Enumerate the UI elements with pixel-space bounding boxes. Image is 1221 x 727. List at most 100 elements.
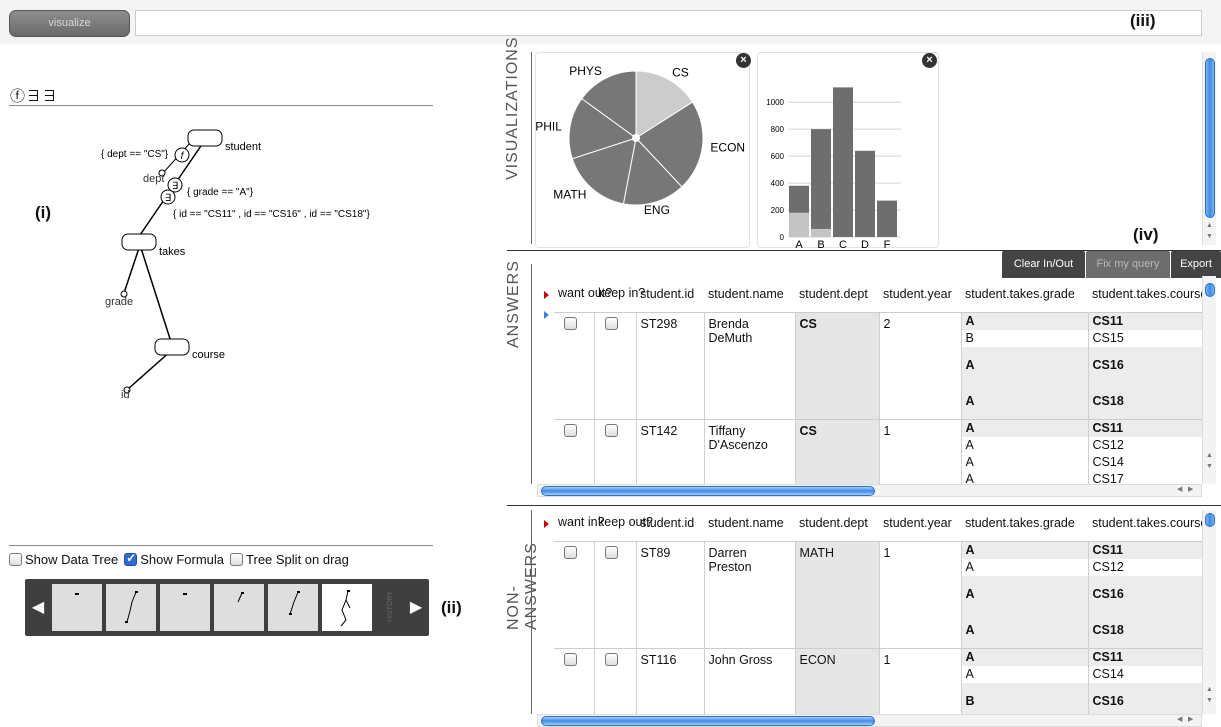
bar-c[interactable] (833, 87, 853, 238)
keep-checkbox[interactable] (604, 545, 618, 559)
column-header[interactable]: student.id (636, 276, 704, 312)
grade-value: B (961, 682, 1088, 714)
column-header[interactable]: want in? (554, 505, 605, 541)
bar-f[interactable] (877, 200, 897, 237)
table-row[interactable]: ST89 Darren Preston MATH 1 A A A A CS11 CS12 CS16 C… (554, 540, 1202, 648)
top-toolbar: visualize (0, 0, 1221, 44)
visualize-button[interactable]: visualize (9, 10, 130, 37)
grade-value: A (961, 611, 1088, 648)
tree-split-checkbox[interactable] (230, 553, 244, 566)
column-header[interactable]: student.takes.grade (961, 276, 1088, 312)
bar-chart[interactable]: 0 200 400 600 800 1000 A B C D F (758, 53, 940, 251)
visualizations-scrollbar[interactable]: ▲ ▼ (1202, 52, 1216, 245)
history-thumbnail[interactable] (106, 584, 156, 631)
column-header[interactable]: keep in? (594, 276, 645, 312)
scroll-thumb[interactable] (1205, 58, 1215, 218)
history-prev-icon[interactable]: ◀ (27, 579, 49, 636)
condition-id[interactable]: { id == "CS11" , id == "CS16" , id == "C… (173, 209, 370, 220)
close-bar-icon[interactable]: × (922, 53, 937, 68)
column-header[interactable]: student.id (636, 505, 704, 541)
scroll-up-icon[interactable]: ▲ (1206, 452, 1213, 459)
pie-chart[interactable]: CS ECON ENG MATH PHIL PHYS (535, 53, 751, 249)
marker-iii: (iii) (1130, 11, 1156, 30)
want-checkbox[interactable] (564, 545, 577, 559)
scroll-down-icon[interactable]: ▼ (1206, 463, 1213, 470)
answers-vscrollbar[interactable]: ▲ ▼ (1202, 276, 1216, 484)
bar-highlight-a[interactable] (789, 212, 809, 237)
query-input[interactable] (135, 10, 1202, 36)
non-answers-hscrollbar[interactable]: ◀ ▶ (537, 714, 1202, 727)
column-header[interactable]: keep out? (594, 505, 653, 541)
bar-highlight-b[interactable] (811, 228, 831, 237)
column-header[interactable]: student.name (704, 276, 795, 312)
non-answers-table-viewport: want in? keep out? student.id student.na… (554, 505, 1202, 714)
table-row[interactable]: ST298 Brenda DeMuth CS 2 A B A A CS11 CS15 CS16 CS1… (554, 311, 1202, 419)
tree-node-course[interactable] (154, 338, 190, 356)
column-header[interactable]: student.takes.grade (961, 505, 1088, 541)
history-thumbnail[interactable] (214, 584, 264, 631)
sort-indicator-icon[interactable] (544, 291, 549, 299)
clear-in-out-button[interactable]: Clear In/Out (1002, 251, 1085, 278)
column-header[interactable]: student.year (879, 505, 961, 541)
divider (531, 264, 532, 484)
non-answers-vscrollbar[interactable]: ▲ ▼ (1202, 510, 1216, 714)
column-header[interactable]: student.takes.course (1088, 276, 1202, 312)
bar-d[interactable] (855, 150, 875, 237)
pie-label: MATH (553, 187, 586, 201)
column-header[interactable]: student.takes.course (1088, 505, 1202, 541)
scroll-left-icon[interactable]: ◀ (1177, 485, 1182, 493)
history-thumbnail-current[interactable] (322, 584, 372, 631)
history-thumbnail[interactable] (160, 584, 210, 631)
export-button[interactable]: Export (1171, 251, 1221, 278)
non-answers-table-body: ST89 Darren Preston MATH 1 A A A A CS11 CS12 CS16 C… (554, 540, 1202, 714)
condition-dept[interactable]: { dept == "CS"} (101, 149, 169, 160)
tree-node-takes[interactable] (121, 233, 157, 251)
cell-takes-grade: AABA (960, 647, 1088, 714)
column-header[interactable]: student.year (879, 276, 961, 312)
column-header[interactable]: want out? (554, 276, 612, 312)
history-thumbnail[interactable] (52, 584, 102, 631)
condition-grade[interactable]: { grade == "A"} (187, 187, 254, 198)
want-checkbox[interactable] (564, 423, 577, 437)
close-pie-icon[interactable]: × (736, 53, 751, 68)
table-row[interactable]: ST116John GrossECON1AABACS11CS14CS16CS18 (554, 647, 1202, 714)
keep-checkbox[interactable] (604, 316, 618, 330)
pie-label: PHYS (569, 64, 602, 78)
scroll-down-icon[interactable]: ▼ (1206, 697, 1213, 704)
row-expand-icon[interactable] (544, 311, 549, 319)
answers-hscrollbar[interactable]: ◀ ▶ (537, 484, 1202, 497)
scroll-up-icon[interactable]: ▲ (1206, 686, 1213, 693)
table-row[interactable]: ST142 Tiffany D'Ascenzo CS 1 A A A A CS11 CS12 CS1… (554, 418, 1202, 484)
scroll-thumb[interactable] (1205, 513, 1215, 527)
scroll-right-icon[interactable]: ▶ (1188, 485, 1193, 493)
column-header[interactable]: student.dept (795, 505, 879, 541)
scroll-left-icon[interactable]: ◀ (1177, 715, 1182, 723)
query-tree[interactable]: f ∃ ∃ student takes course dept grade id… (0, 110, 440, 410)
scroll-down-icon[interactable]: ▼ (1206, 233, 1213, 240)
tree-node-student[interactable] (187, 129, 223, 147)
history-next-icon[interactable]: ▶ (405, 579, 427, 636)
visualizations-label: VISUALIZATIONS (504, 36, 521, 180)
sort-indicator-icon[interactable] (544, 520, 549, 528)
scroll-right-icon[interactable]: ▶ (1188, 715, 1193, 723)
scroll-thumb[interactable] (1205, 283, 1215, 297)
want-checkbox[interactable] (564, 316, 577, 330)
scroll-thumb[interactable] (541, 716, 875, 726)
column-header[interactable]: student.dept (795, 276, 879, 312)
want-checkbox[interactable] (564, 652, 577, 666)
cell-student-year: 2 (878, 311, 961, 419)
bar-chart-card[interactable]: 0 200 400 600 800 1000 A B C D F (757, 52, 940, 251)
show-formula-checkbox[interactable] (124, 551, 138, 566)
fix-my-query-button[interactable]: Fix my query (1086, 251, 1170, 278)
column-header[interactable]: student.name (704, 505, 795, 541)
scroll-thumb[interactable] (541, 486, 875, 496)
cell-student-id: ST89 (635, 540, 704, 648)
history-thumbnail[interactable] (268, 584, 318, 631)
bar-b[interactable] (811, 129, 831, 237)
show-data-tree-checkbox[interactable] (9, 553, 22, 566)
pie-chart-card[interactable]: CS ECON ENG MATH PHIL PHYS (535, 52, 750, 248)
show-data-tree-label: Show Data Tree (25, 552, 119, 567)
scroll-up-icon[interactable]: ▲ (1206, 222, 1213, 229)
keep-checkbox[interactable] (604, 652, 618, 666)
keep-checkbox[interactable] (604, 423, 618, 437)
